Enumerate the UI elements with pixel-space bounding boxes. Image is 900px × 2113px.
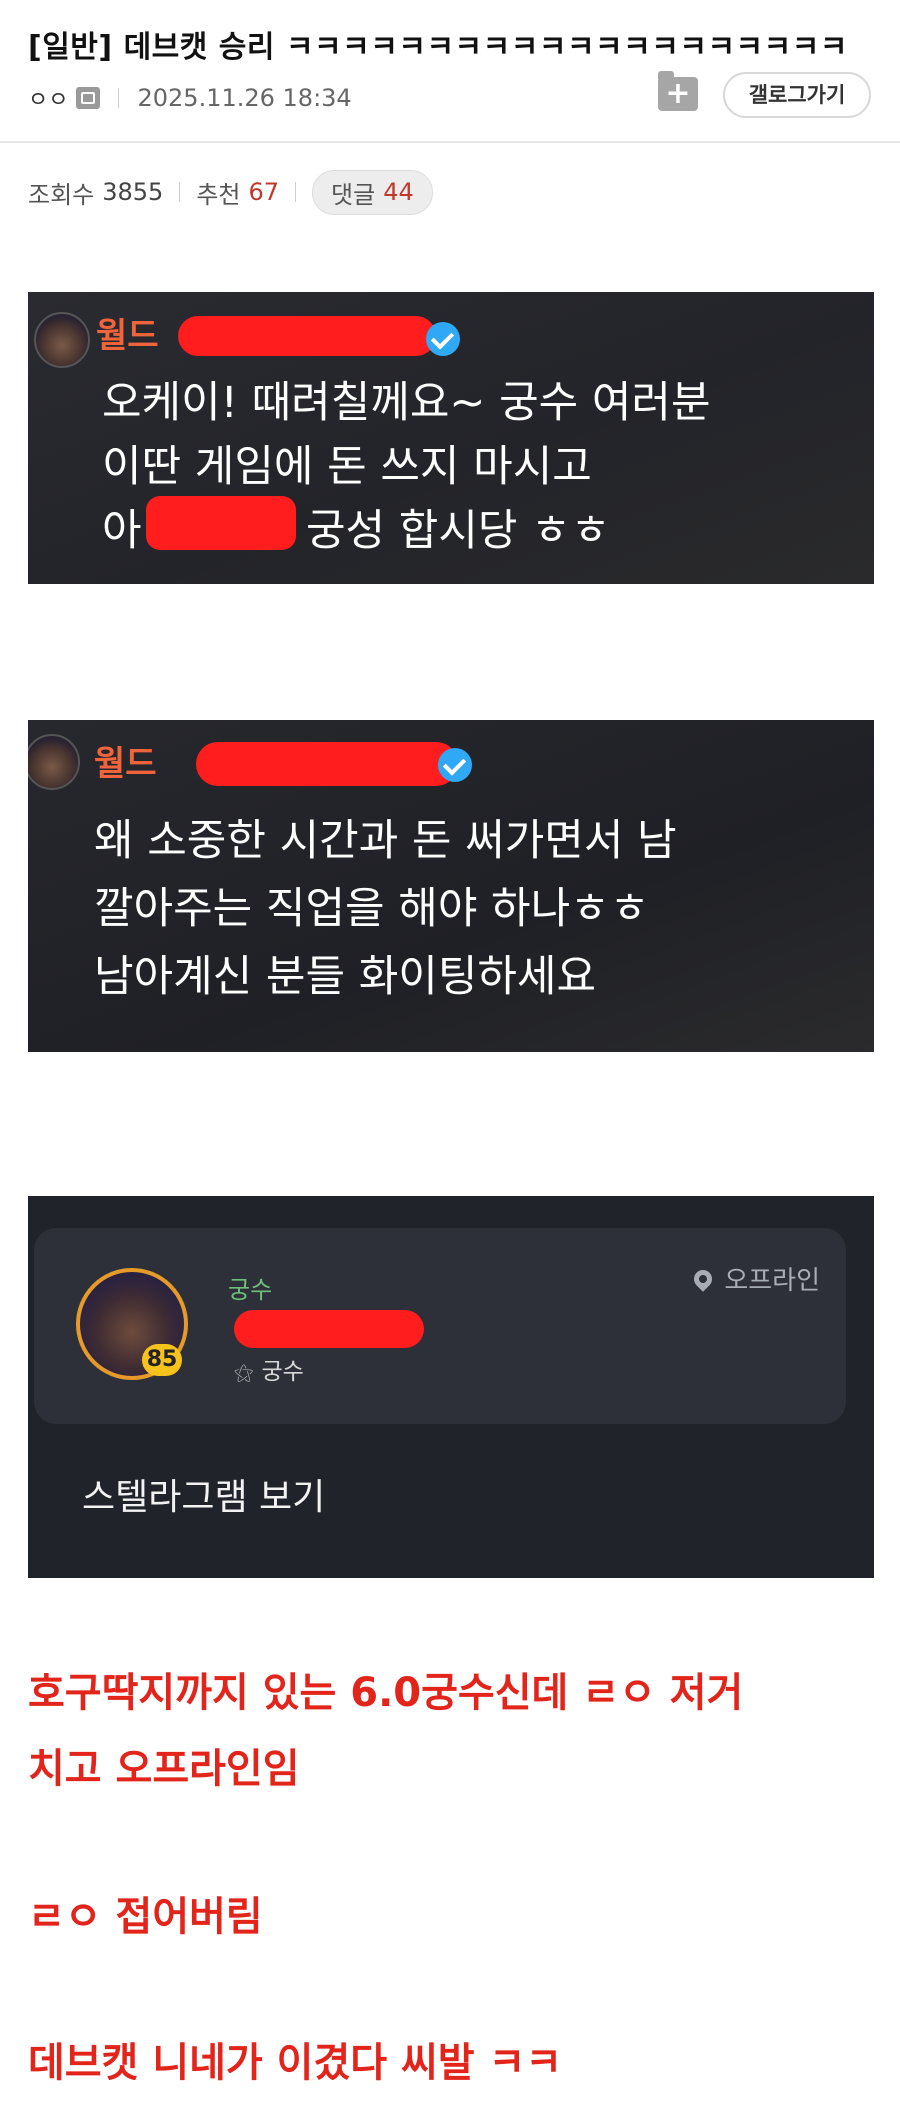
redaction-mark (146, 496, 296, 550)
profile-screenshot: 85 궁수 ⚝ 궁수 오프라인 스텔라그램 보기 (28, 1196, 874, 1578)
body-text-line: 치고 오프라인임 (28, 1746, 300, 1792)
divider (179, 182, 181, 202)
chat-line: 왜 소중한 시간과 돈 써가면서 남 (94, 816, 677, 866)
recommend-label: 추천 (196, 180, 241, 209)
recommend-count: 67 (248, 178, 280, 206)
sub-class-label: 궁수 (261, 1359, 304, 1385)
class-label: 궁수 (228, 1276, 273, 1304)
status-label: 오프라인 (724, 1266, 820, 1296)
post-stats: 조회수 3855 추천 67 댓글 44 (28, 169, 433, 215)
post-header: [일반] 데브캣 승리 ㅋㅋㅋㅋㅋㅋㅋㅋㅋㅋㅋㅋㅋㅋㅋㅋㅋㅋㅋㅋ ㅇㅇ 2025… (0, 0, 900, 143)
body-text-line: ㄹㅇ 접어버림 (28, 1894, 263, 1940)
avatar (34, 312, 90, 368)
add-folder-button[interactable]: + (658, 71, 698, 111)
chat-line: 궁성 합시당 ㅎㅎ (306, 506, 611, 556)
chat-line: 남아계신 분들 화이팅하세요 (94, 952, 597, 1002)
gallog-button[interactable]: 갤로그가기 (723, 72, 871, 118)
divider (295, 182, 297, 202)
redaction-mark (178, 316, 436, 356)
redaction-mark (234, 1310, 424, 1348)
chat-line: 아 (102, 506, 142, 556)
body-text-line: 데브캣 니네가 이겼다 씨발 ㅋㅋ (28, 2040, 563, 2086)
verified-icon (426, 322, 460, 356)
post-date: 2025.11.26 18:34 (137, 84, 352, 112)
level-badge: 85 (142, 1344, 182, 1376)
bow-icon: ⚝ (234, 1360, 254, 1384)
verified-icon (438, 748, 472, 782)
comments-button[interactable]: 댓글 44 (312, 169, 433, 215)
gallog-icon[interactable] (76, 87, 101, 109)
post-meta: ㅇㅇ 2025.11.26 18:34 (28, 80, 352, 116)
chat-line: 이딴 게임에 돈 쓰지 마시고 (102, 442, 592, 492)
redaction-mark (196, 742, 458, 786)
views-count: 3855 (102, 178, 164, 206)
plus-icon: + (665, 76, 691, 111)
chat-line: 깔아주는 직업을 해야 하나ㅎㅎ (94, 884, 650, 934)
status-offline: 오프라인 (690, 1260, 820, 1297)
comments-label: 댓글 (331, 180, 376, 209)
chat-username: 월드 (94, 744, 157, 784)
divider (118, 88, 120, 108)
comments-count: 44 (383, 178, 414, 206)
stellagram-link[interactable]: 스텔라그램 보기 (82, 1468, 325, 1520)
views-label: 조회수 (28, 180, 95, 209)
chat-line: 오케이! 때려칠께요~ 궁수 여러분 (102, 378, 711, 428)
post-title: [일반] 데브캣 승리 ㅋㅋㅋㅋㅋㅋㅋㅋㅋㅋㅋㅋㅋㅋㅋㅋㅋㅋㅋㅋ (28, 30, 848, 65)
chat-screenshot-1: 월드 오케이! 때려칠께요~ 궁수 여러분 이딴 게임에 돈 쓰지 마시고 아 … (28, 292, 874, 584)
chat-username: 월드 (96, 316, 159, 356)
profile-card: 85 궁수 ⚝ 궁수 오프라인 (34, 1228, 846, 1424)
writer-nickname[interactable]: ㅇㅇ (28, 82, 68, 114)
chat-screenshot-2: 월드 왜 소중한 시간과 돈 써가면서 남 깔아주는 직업을 해야 하나ㅎㅎ 남… (28, 720, 874, 1052)
avatar (28, 734, 80, 790)
location-pin-icon (690, 1265, 717, 1292)
sub-class: ⚝ 궁수 (234, 1352, 304, 1386)
body-text-line: 호구딱지까지 있는 6.0궁수신데 ㄹㅇ 저거 (28, 1670, 744, 1716)
